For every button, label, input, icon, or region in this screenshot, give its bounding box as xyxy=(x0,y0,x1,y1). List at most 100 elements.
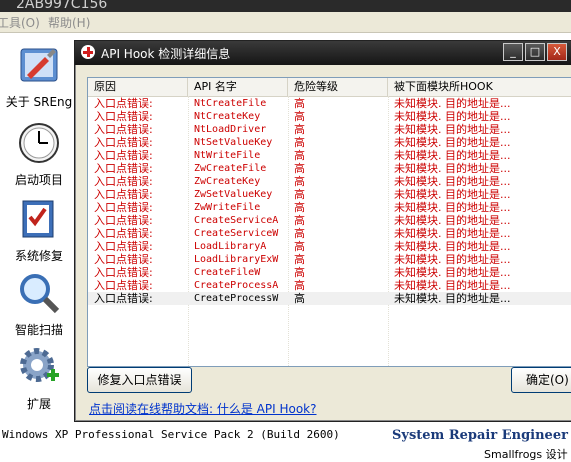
menu-tools[interactable]: 工具(O) xyxy=(0,14,40,31)
background-menu-bar: 工具(O) 帮助(H) xyxy=(0,12,571,33)
table-row[interactable]: 入口点错误: LoadLibraryExW 高 未知模块. 目的地址是... xyxy=(88,253,571,266)
risk-cell: 高 xyxy=(294,292,305,305)
module-cell: 未知模块. 目的地址是... xyxy=(394,110,511,123)
module-cell: 未知模块. 目的地址是... xyxy=(394,253,511,266)
api-cell: ZwCreateFile xyxy=(194,163,267,174)
risk-cell: 高 xyxy=(294,188,305,201)
risk-cell: 高 xyxy=(294,123,305,136)
api-cell: CreateServiceW xyxy=(194,228,279,239)
close-button[interactable]: X xyxy=(547,43,567,61)
reason-cell: 入口点错误: xyxy=(94,97,153,110)
table-row[interactable]: 入口点错误: NtCreateKey 高 未知模块. 目的地址是... xyxy=(88,110,571,123)
magnifier-icon xyxy=(17,271,61,315)
table-row[interactable]: 入口点错误: NtLoadDriver 高 未知模块. 目的地址是... xyxy=(88,123,571,136)
api-hook-dialog: API Hook 检测详细信息 _ □ X 原因 API 名字 危险等级 被下面… xyxy=(74,40,571,422)
table-row[interactable]: 入口点错误: CreateFileW 高 未知模块. 目的地址是... xyxy=(88,266,571,279)
tools-icon xyxy=(17,43,61,87)
sidebar-item-startup[interactable]: 启动项目 xyxy=(0,121,78,188)
maximize-button[interactable]: □ xyxy=(525,43,545,61)
reason-cell: 入口点错误: xyxy=(94,136,153,149)
api-cell: CreateServiceA xyxy=(194,215,279,226)
sidebar-item-about[interactable]: 关于 SREng xyxy=(0,43,78,110)
module-cell: 未知模块. 目的地址是... xyxy=(394,149,511,162)
background-sidebar: 关于 SREng 启动项目 系统修复 智能扫描 扩展 xyxy=(0,33,78,420)
api-cell: NtLoadDriver xyxy=(194,124,267,135)
column-header-risk[interactable]: 危险等级 xyxy=(288,78,388,96)
table-row[interactable]: 入口点错误: ZwCreateFile 高 未知模块. 目的地址是... xyxy=(88,162,571,175)
ok-button[interactable]: 确定(O) xyxy=(511,367,571,393)
module-cell: 未知模块. 目的地址是... xyxy=(394,97,511,110)
help-link[interactable]: 点击阅读在线帮助文档: 什么是 API Hook? xyxy=(89,400,317,417)
table-row[interactable]: 入口点错误: LoadLibraryA 高 未知模块. 目的地址是... xyxy=(88,240,571,253)
reason-cell: 入口点错误: xyxy=(94,266,153,279)
table-row[interactable]: 入口点错误: CreateProcessA 高 未知模块. 目的地址是... xyxy=(88,279,571,292)
column-header-module[interactable]: 被下面模块所HOOK xyxy=(388,78,571,96)
table-row[interactable]: 入口点错误: CreateProcessW 高 未知模块. 目的地址是... xyxy=(88,292,571,305)
risk-cell: 高 xyxy=(294,214,305,227)
dialog-title-bar[interactable]: API Hook 检测详细信息 _ □ X xyxy=(75,41,571,65)
list-body: 入口点错误: NtCreateFile 高未知模块. 目的地址是... 入口点错误: N… xyxy=(88,97,571,305)
hook-list[interactable]: 原因 API 名字 危险等级 被下面模块所HOOK 入口点错误: NtCreate… xyxy=(87,77,571,367)
api-cell: NtCreateKey xyxy=(194,111,261,122)
module-cell: 未知模块. 目的地址是... xyxy=(394,123,511,136)
sidebar-item-repair[interactable]: 系统修复 xyxy=(0,197,78,264)
table-row[interactable]: 入口点错误: ZwSetValueKey 高 未知模块. 目的地址是... xyxy=(88,188,571,201)
reason-cell: 入口点错误: xyxy=(94,201,153,214)
table-row[interactable]: 入口点错误: CreateServiceW 高 未知模块. 目的地址是... xyxy=(88,227,571,240)
dialog-title: API Hook 检测详细信息 xyxy=(101,47,231,61)
risk-cell: 高 xyxy=(294,97,305,110)
api-cell: ZwSetValueKey xyxy=(194,189,273,200)
column-header-reason[interactable]: 原因 xyxy=(88,78,188,96)
module-cell: 未知模块. 目的地址是... xyxy=(394,214,511,227)
api-cell: NtCreateFile xyxy=(194,98,267,109)
reason-cell: 入口点错误: xyxy=(94,227,153,240)
red-cross-icon xyxy=(81,45,95,59)
risk-cell: 高 xyxy=(294,162,305,175)
risk-cell: 高 xyxy=(294,253,305,266)
module-cell: 未知模块. 目的地址是... xyxy=(394,227,511,240)
checklist-icon xyxy=(17,197,61,241)
list-header: 原因 API 名字 危险等级 被下面模块所HOOK xyxy=(88,78,571,97)
sidebar-item-scan[interactable]: 智能扫描 xyxy=(0,271,78,338)
table-row[interactable]: 入口点错误: CreateServiceA 高 未知模块. 目的地址是... xyxy=(88,214,571,227)
api-cell: CreateFileW xyxy=(194,267,261,278)
menu-help[interactable]: 帮助(H) xyxy=(48,14,90,31)
api-cell: LoadLibraryExW xyxy=(194,254,279,265)
module-cell: 未知模块. 目的地址是... xyxy=(394,266,511,279)
risk-cell: 高 xyxy=(294,227,305,240)
clock-icon xyxy=(17,121,61,165)
api-cell: NtWriteFile xyxy=(194,150,261,161)
reason-cell: 入口点错误: xyxy=(94,123,153,136)
table-row[interactable]: 入口点错误: NtSetValueKey 高 未知模块. 目的地址是... xyxy=(88,136,571,149)
module-cell: 未知模块. 目的地址是... xyxy=(394,175,511,188)
reason-cell: 入口点错误: xyxy=(94,253,153,266)
background-app-title: 2AB997C156 xyxy=(16,0,108,12)
reason-cell: 入口点错误: xyxy=(94,292,153,305)
risk-cell: 高 xyxy=(294,110,305,123)
background-title-bar: 2AB997C156 xyxy=(0,0,571,12)
sidebar-label-startup: 启动项目 xyxy=(14,173,63,187)
status-brand: System Repair Engineer xyxy=(392,428,568,443)
table-row[interactable]: 入口点错误: NtCreateFile 高 未知模块. 目的地址是... xyxy=(88,97,571,110)
reason-cell: 入口点错误: xyxy=(94,240,153,253)
sidebar-item-extend[interactable]: 扩展 xyxy=(0,345,78,412)
column-header-api[interactable]: API 名字 xyxy=(188,78,288,96)
table-row[interactable]: 入口点错误: ZwCreateKey 高 未知模块. 目的地址是... xyxy=(88,175,571,188)
reason-cell: 入口点错误: xyxy=(94,175,153,188)
status-os-text: Windows XP Professional Service Pack 2 (… xyxy=(2,428,340,441)
risk-cell: 高 xyxy=(294,149,305,162)
table-row[interactable]: 入口点错误: NtWriteFile 高 未知模块. 目的地址是... xyxy=(88,149,571,162)
risk-cell: 高 xyxy=(294,201,305,214)
api-cell: ZwCreateKey xyxy=(194,176,261,187)
api-cell: CreateProcessW xyxy=(194,293,279,304)
table-row[interactable]: 入口点错误: ZwWriteFile 高 未知模块. 目的地址是... xyxy=(88,201,571,214)
module-cell: 未知模块. 目的地址是... xyxy=(394,188,511,201)
repair-entry-button[interactable]: 修复入口点错误 xyxy=(87,367,192,393)
minimize-button[interactable]: _ xyxy=(503,43,523,61)
sidebar-label-scan: 智能扫描 xyxy=(14,323,63,337)
module-cell: 未知模块. 目的地址是... xyxy=(394,162,511,175)
api-cell: NtSetValueKey xyxy=(194,137,273,148)
module-cell: 未知模块. 目的地址是... xyxy=(394,201,511,214)
risk-cell: 高 xyxy=(294,279,305,292)
module-cell: 未知模块. 目的地址是... xyxy=(394,240,511,253)
